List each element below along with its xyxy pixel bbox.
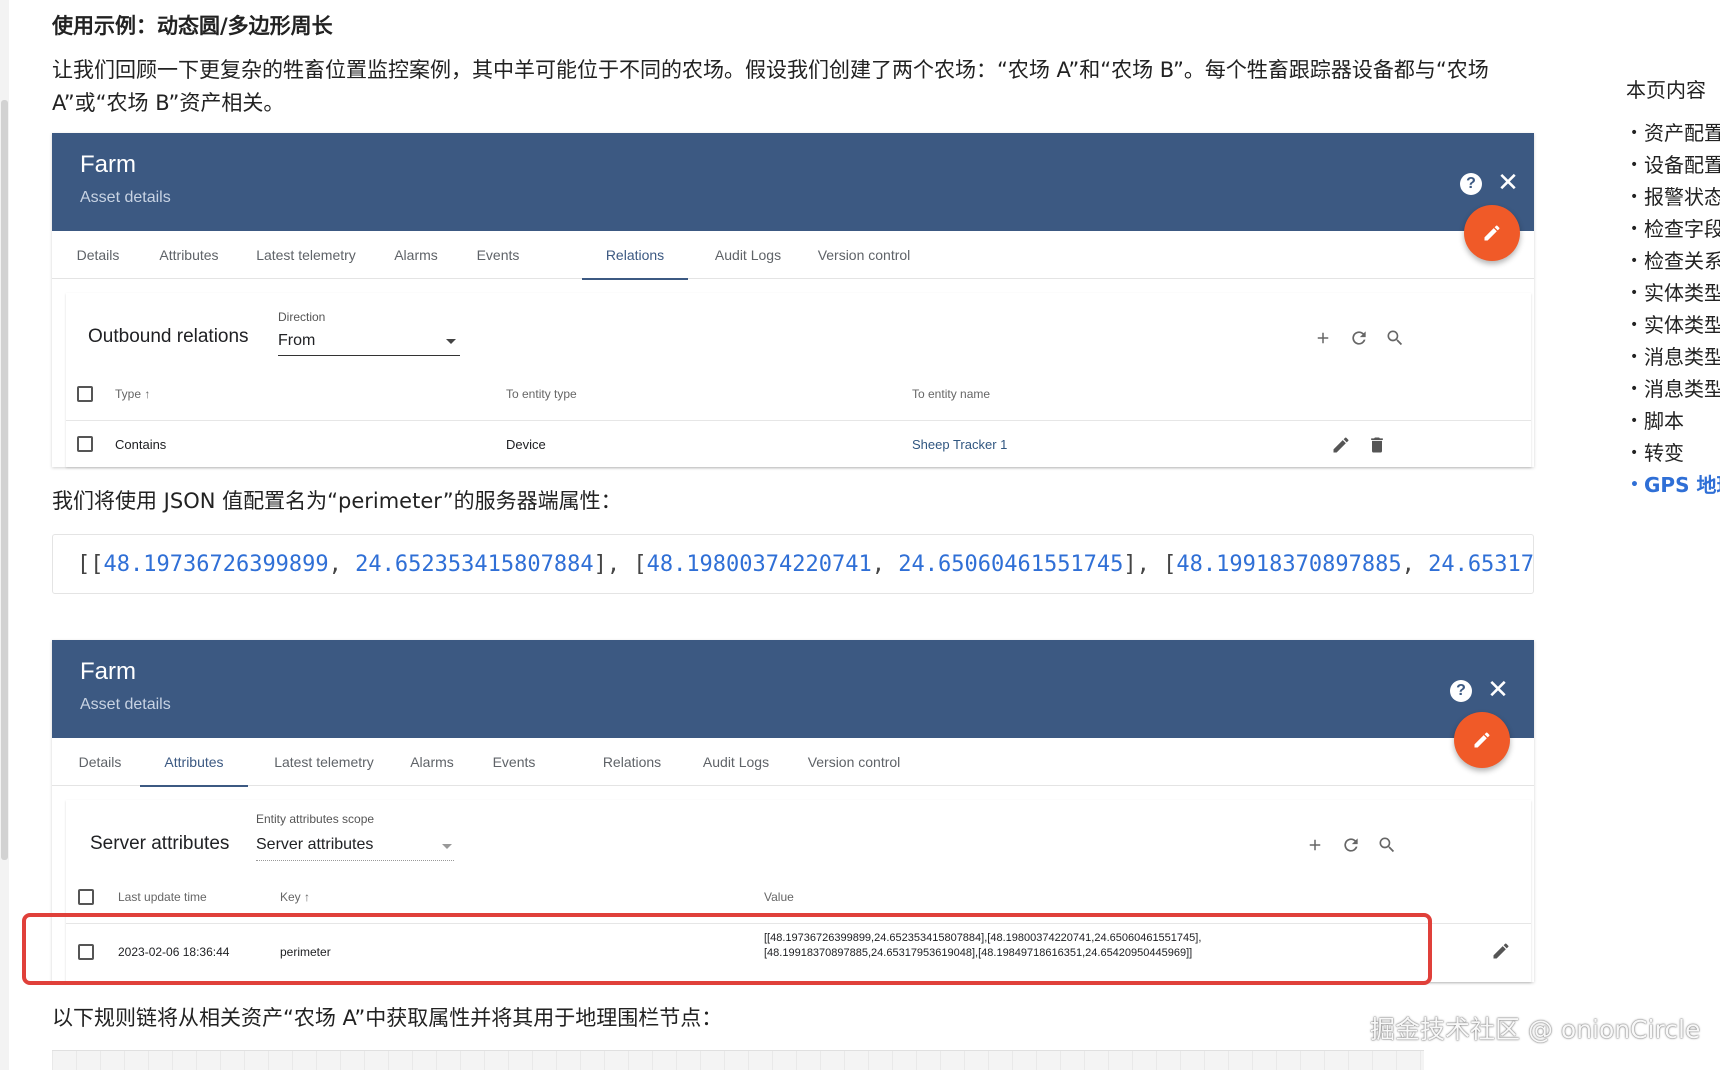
rule-chain-paragraph: 以下规则链将从相关资产“农场 A”中获取属性并将其用于地理围栏节点： xyxy=(52,1006,723,1030)
tab-attributes[interactable]: Attributes xyxy=(152,231,226,279)
toc-item-active[interactable]: GPS 地理 xyxy=(1626,469,1720,501)
tab-attributes[interactable]: Attributes xyxy=(140,738,248,787)
code-number: 24.652353415807884 xyxy=(355,552,594,577)
code-number: 24.65060461551745 xyxy=(898,552,1124,577)
tab-latest-telemetry[interactable]: Latest telemetry xyxy=(266,738,382,786)
attribute-paragraph: 我们将使用 JSON 值配置名为“perimeter”的服务器端属性： xyxy=(52,489,622,513)
tab-bar: Details Attributes Latest telemetry Alar… xyxy=(52,738,1534,787)
entity-type-cell: Device xyxy=(506,437,546,452)
intro-paragraph: 让我们回顾一下更复杂的牲畜位置监控案例，其中羊可能位于不同的农场。假设我们创建了… xyxy=(52,58,1489,115)
chevron-down-icon[interactable] xyxy=(442,844,452,849)
watermark: 掘金技术社区 @ onionCircle xyxy=(1370,1015,1701,1044)
column-key[interactable]: Key ↑ xyxy=(280,890,310,904)
toc-item[interactable]: 资产配置 xyxy=(1626,117,1720,149)
scope-label: Entity attributes scope xyxy=(256,812,375,826)
arrow-up-icon: ↑ xyxy=(304,890,311,904)
add-icon[interactable] xyxy=(1302,832,1328,858)
toc-item[interactable]: 报警状态 xyxy=(1626,181,1720,213)
tab-audit-logs[interactable]: Audit Logs xyxy=(696,738,776,786)
edit-fab-button[interactable] xyxy=(1454,712,1510,768)
tab-alarms[interactable]: Alarms xyxy=(388,231,444,279)
relations-card: Outbound relations Direction From Type ↑… xyxy=(66,293,1531,467)
select-underline xyxy=(278,355,460,356)
code-number: 48.19918370897885 xyxy=(1176,552,1402,577)
json-code-block: [[48.19736726399899, 24.652353415807884]… xyxy=(52,534,1534,594)
pencil-icon xyxy=(1474,732,1490,748)
direction-select[interactable]: From xyxy=(278,332,315,350)
toc-item[interactable]: 消息类型 xyxy=(1626,373,1720,405)
toc-item[interactable]: 实体类型 xyxy=(1626,309,1720,341)
refresh-icon[interactable] xyxy=(1346,325,1372,351)
code-number: 48.19800374220741 xyxy=(646,552,872,577)
add-icon[interactable] xyxy=(1310,325,1336,351)
relation-type-cell: Contains xyxy=(115,437,167,452)
panel-header: Farm Asset details ? ✕ xyxy=(52,133,1534,261)
search-icon[interactable] xyxy=(1374,832,1400,858)
toc-item[interactable]: 消息类型 xyxy=(1626,341,1720,373)
tab-relations[interactable]: Relations xyxy=(596,738,668,786)
column-to-entity-name[interactable]: To entity name xyxy=(912,387,990,401)
card-title: Server attributes xyxy=(90,833,230,854)
toc-item[interactable]: 检查关系 xyxy=(1626,245,1720,277)
column-value[interactable]: Value xyxy=(764,890,794,904)
tab-details[interactable]: Details xyxy=(72,738,128,786)
toc-title: 本页内容 xyxy=(1626,78,1706,102)
column-to-entity-type[interactable]: To entity type xyxy=(506,387,577,401)
close-icon[interactable]: ✕ xyxy=(1494,169,1522,197)
help-icon[interactable]: ? xyxy=(1450,680,1472,702)
tab-alarms[interactable]: Alarms xyxy=(404,738,460,786)
toc-item[interactable]: 设备配置 xyxy=(1626,149,1720,181)
code-number: 24.6531795361 xyxy=(1428,552,1534,577)
table-of-contents: 本页内容 资产配置 设备配置 报警状态 检查字段 检查关系 实体类型 实体类型 … xyxy=(1626,74,1720,501)
tab-bar: Details Attributes Latest telemetry Alar… xyxy=(52,231,1534,280)
highlight-box xyxy=(22,913,1432,985)
entity-name-link[interactable]: Sheep Tracker 1 xyxy=(912,437,1007,452)
panel-subtitle: Asset details xyxy=(80,189,171,206)
toc-item[interactable]: 脚本 xyxy=(1626,405,1720,437)
pencil-icon xyxy=(1484,225,1500,241)
card-title: Outbound relations xyxy=(88,326,249,347)
panel-title: Farm xyxy=(80,658,136,685)
edit-fab-button[interactable] xyxy=(1464,205,1520,261)
row-checkbox[interactable] xyxy=(77,436,93,452)
toc-item[interactable]: 转变 xyxy=(1626,437,1720,469)
close-icon[interactable]: ✕ xyxy=(1484,676,1512,704)
rule-chain-image-top xyxy=(52,1050,1424,1070)
edit-row-icon[interactable] xyxy=(1488,938,1514,964)
tab-events[interactable]: Events xyxy=(470,231,526,279)
tab-events[interactable]: Events xyxy=(486,738,542,786)
tab-audit-logs[interactable]: Audit Logs xyxy=(708,231,788,279)
select-all-checkbox[interactable] xyxy=(77,386,93,402)
select-all-checkbox[interactable] xyxy=(78,889,94,905)
edit-row-icon[interactable] xyxy=(1328,432,1354,458)
help-icon[interactable]: ? xyxy=(1460,173,1482,195)
section-heading: 使用示例：动态圆/多边形周长 xyxy=(52,14,333,38)
panel-title: Farm xyxy=(80,151,136,178)
column-last-update-time[interactable]: Last update time xyxy=(118,890,207,904)
toc-item[interactable]: 检查字段 xyxy=(1626,213,1720,245)
scrollbar-thumb[interactable] xyxy=(1,100,8,860)
tab-details[interactable]: Details xyxy=(70,231,126,279)
arrow-up-icon: ↑ xyxy=(144,387,151,401)
code-number: 48.19736726399899 xyxy=(103,552,329,577)
delete-row-icon[interactable] xyxy=(1364,432,1390,458)
scope-select[interactable]: Server attributes xyxy=(256,836,373,854)
tab-relations[interactable]: Relations xyxy=(582,231,688,280)
page-scrollbar[interactable] xyxy=(0,0,9,1070)
tab-version-control[interactable]: Version control xyxy=(812,231,916,279)
panel-subtitle: Asset details xyxy=(80,696,171,713)
select-underline xyxy=(256,860,454,861)
tab-version-control[interactable]: Version control xyxy=(802,738,906,786)
chevron-down-icon[interactable] xyxy=(446,339,456,344)
refresh-icon[interactable] xyxy=(1338,832,1364,858)
tab-latest-telemetry[interactable]: Latest telemetry xyxy=(248,231,364,279)
column-type[interactable]: Type ↑ xyxy=(115,387,150,401)
divider xyxy=(66,420,1531,421)
relations-screenshot-panel: Farm Asset details ? ✕ Details Attribute… xyxy=(52,133,1534,467)
panel-header: Farm Asset details ? ✕ xyxy=(52,640,1534,768)
toc-item[interactable]: 实体类型 xyxy=(1626,277,1720,309)
direction-label: Direction xyxy=(278,310,326,324)
search-icon[interactable] xyxy=(1382,325,1408,351)
